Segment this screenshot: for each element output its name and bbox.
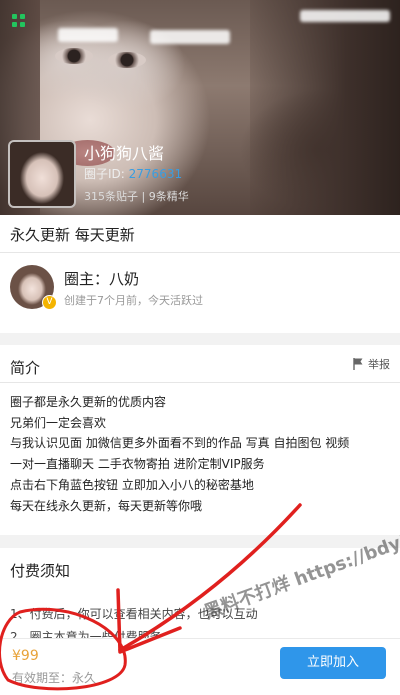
intro-text: 圈子都是永久更新的优质内容 兄弟们一定会喜欢 与我认识见面 加微信更多外面看不到… bbox=[10, 392, 349, 516]
banner-photo-part bbox=[108, 52, 146, 68]
intro-line: 兄弟们一定会喜欢 bbox=[10, 415, 107, 430]
club-name: 小狗狗八酱 bbox=[84, 144, 165, 163]
validity: 有效期至：永久 bbox=[12, 671, 97, 685]
blurred-status-area bbox=[300, 10, 390, 22]
flag-icon bbox=[353, 358, 363, 370]
owner-name[interactable]: 圈主：八奶 bbox=[64, 268, 139, 289]
bottom-purchase-bar: ¥99 有效期至：永久 立即加入 bbox=[0, 638, 400, 695]
intro-line: 点击右下角蓝色按钮 立即加入小八的秘密基地 bbox=[10, 477, 254, 492]
payment-title: 付费须知 bbox=[10, 562, 71, 580]
price: ¥99 bbox=[12, 648, 39, 664]
app-logo-icon bbox=[12, 14, 26, 28]
club-id-value[interactable]: 2776631 bbox=[129, 167, 182, 181]
intro-line: 圈子都是永久更新的优质内容 bbox=[10, 395, 167, 409]
intro-line: 与我认识见面 加微信更多外面看不到的作品 写真 自拍图包 视频 bbox=[10, 436, 350, 451]
owner-meta: 创建于7个月前，今天活跃过 bbox=[64, 294, 203, 307]
owner-avatar[interactable]: V bbox=[10, 265, 57, 310]
intro-line: 一对一直播聊天 二手衣物寄拍 进阶定制VIP服务 bbox=[10, 457, 265, 472]
club-tagline: 永久更新 每天更新 bbox=[10, 226, 135, 244]
verified-badge-icon: V bbox=[42, 295, 57, 310]
club-id-row: 圈子ID: 2776631 bbox=[84, 165, 182, 182]
divider bbox=[0, 252, 400, 253]
intro-line: 每天在线永久更新，每天更新等你哦 bbox=[10, 498, 203, 513]
club-header-banner: 小狗狗八酱 圈子ID: 2776631 315条贴子 | 9条精华 bbox=[0, 0, 400, 215]
blurred-status-area bbox=[58, 28, 118, 42]
report-button[interactable]: 举报 bbox=[351, 356, 390, 372]
blurred-status-area bbox=[150, 30, 230, 44]
banner-photo-part bbox=[55, 48, 93, 64]
club-id-label: 圈子ID: bbox=[84, 167, 125, 181]
status-bar bbox=[0, 0, 400, 44]
club-stats: 315条贴子 | 9条精华 bbox=[84, 190, 189, 203]
join-button[interactable]: 立即加入 bbox=[280, 647, 386, 679]
club-avatar[interactable] bbox=[8, 140, 76, 208]
intro-title: 简介 bbox=[10, 359, 41, 377]
intro-section: 简介 举报 圈子都是永久更新的优质内容 兄弟们一定会喜欢 与我认识见面 加微信更… bbox=[0, 345, 400, 535]
divider bbox=[0, 382, 400, 383]
club-summary-section: 永久更新 每天更新 V 圈主：八奶 创建于7个月前，今天活跃过 bbox=[0, 215, 400, 333]
report-label: 举报 bbox=[368, 358, 390, 371]
